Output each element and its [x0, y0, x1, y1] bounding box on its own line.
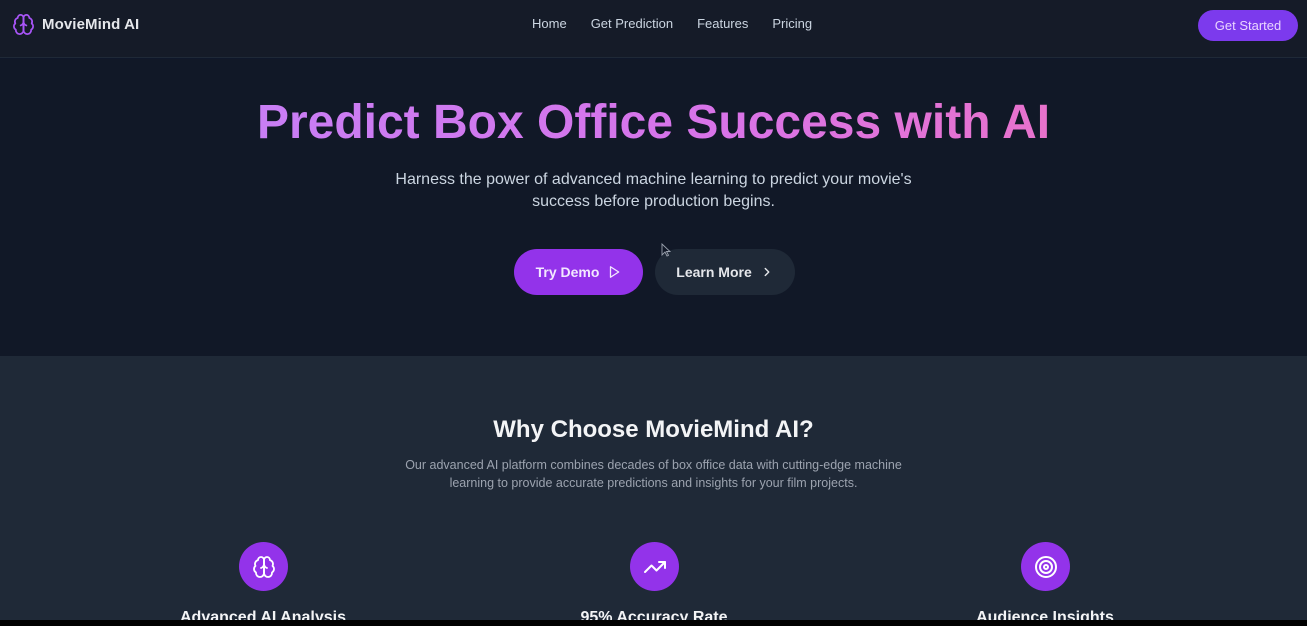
features-title: Why Choose MovieMind AI? [493, 416, 814, 443]
hero-subtitle: Harness the power of advanced machine le… [395, 171, 912, 210]
brain-icon [252, 555, 275, 578]
trending-up-icon [643, 560, 666, 573]
feature-card-ai-analysis: Advanced AI Analysis [153, 542, 373, 626]
features-subtitle: Our advanced AI platform combines decade… [405, 458, 902, 490]
try-demo-button[interactable]: Try Demo [514, 249, 643, 295]
learn-more-button[interactable]: Learn More [655, 249, 795, 295]
mouse-cursor-icon [661, 243, 671, 257]
hero-title: Predict Box Office Success with AI [0, 95, 1307, 151]
chevron-right-icon [764, 267, 770, 277]
feature-icon-circle [630, 542, 679, 591]
window-bottom-edge [0, 620, 1307, 626]
get-started-button[interactable]: Get Started [1198, 10, 1298, 41]
try-demo-label: Try Demo [535, 264, 600, 280]
brand-name: MovieMind AI [42, 16, 140, 33]
play-icon [610, 266, 620, 278]
nav-link-get-prediction[interactable]: Get Prediction [591, 16, 673, 31]
feature-card-accuracy: 95% Accuracy Rate [544, 542, 764, 626]
feature-icon-circle [1021, 542, 1070, 591]
learn-more-label: Learn More [676, 264, 752, 280]
feature-card-audience: Audience Insights [935, 542, 1155, 626]
brand-logo[interactable]: MovieMind AI [12, 13, 139, 36]
hero-section: Predict Box Office Success with AI Harne… [0, 59, 1307, 356]
feature-icon-circle [239, 542, 288, 591]
features-section: Why Choose MovieMind AI? Our advanced AI… [0, 356, 1307, 626]
nav-link-pricing[interactable]: Pricing [772, 16, 812, 31]
nav-link-home[interactable]: Home [532, 16, 567, 31]
nav-links: Home Get Prediction Features Pricing [532, 16, 836, 31]
brain-icon [13, 14, 34, 35]
nav-link-features[interactable]: Features [697, 16, 748, 31]
navbar: MovieMind AI Home Get Prediction Feature… [0, 0, 1307, 58]
target-icon [1034, 555, 1057, 578]
